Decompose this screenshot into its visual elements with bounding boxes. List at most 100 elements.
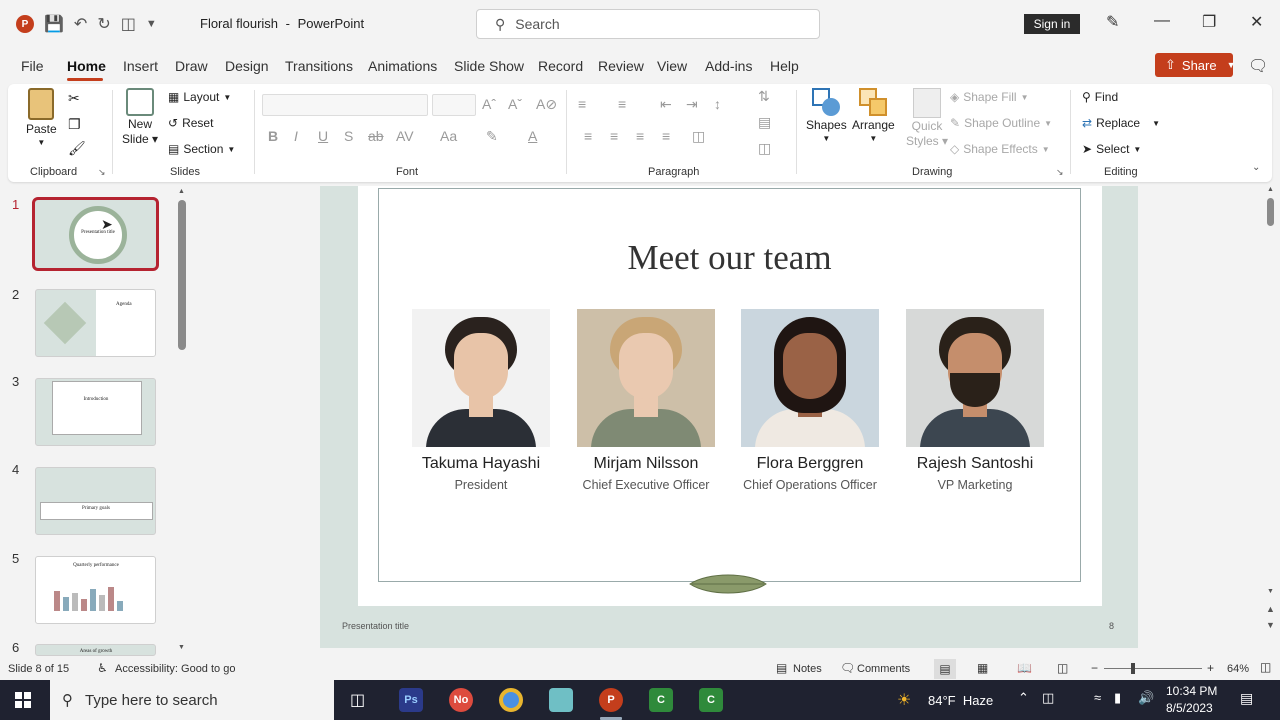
text-direction-icon[interactable]: ⇅ (758, 88, 770, 105)
previous-slide-icon[interactable]: ▲ (1266, 604, 1275, 614)
shape-effects-button[interactable]: ◇ Shape Effects ▼ (950, 142, 1050, 156)
shape-fill-button[interactable]: ◈ Shape Fill ▼ (950, 90, 1029, 104)
minimize-icon[interactable]: — (1154, 12, 1170, 30)
select-button[interactable]: ➤ Select ▼ (1082, 142, 1141, 156)
tab-add-ins[interactable]: Add-ins (705, 58, 752, 74)
clock-time[interactable]: 10:34 PM (1166, 684, 1217, 698)
windows-start-icon[interactable] (15, 692, 31, 708)
bold-icon[interactable]: B (268, 128, 278, 144)
copy-icon[interactable]: ❐ (68, 116, 81, 133)
undo-icon[interactable]: ↶ (74, 14, 87, 34)
shapes-button[interactable]: Shapes ▼ (806, 88, 847, 143)
align-text-icon[interactable]: ▤ (758, 114, 771, 131)
align-right-icon[interactable]: ≡ (636, 128, 644, 144)
slide-sorter-icon[interactable]: ▦ (977, 661, 988, 675)
increase-indent-icon[interactable]: ⇥ (686, 96, 698, 113)
tab-slide-show[interactable]: Slide Show (454, 58, 524, 74)
tab-draw[interactable]: Draw (175, 58, 208, 74)
increase-font-icon[interactable]: Aˆ (482, 96, 496, 112)
chevron-down-icon[interactable]: ▼ (1227, 60, 1236, 70)
slideshow-view-icon[interactable]: ◫ (1057, 661, 1068, 675)
columns-icon[interactable]: ◫ (692, 128, 705, 145)
tab-review[interactable]: Review (598, 58, 644, 74)
numbering-icon[interactable]: ≡ (618, 96, 626, 112)
meet-now-icon[interactable]: ◫ (1042, 690, 1054, 706)
reading-view-icon[interactable]: 📖 (1017, 661, 1032, 675)
scroll-thumb[interactable] (1267, 198, 1274, 226)
network-icon[interactable]: ≈ (1094, 690, 1101, 705)
dialog-launcher-icon[interactable]: ↘ (1056, 167, 1064, 178)
slide-thumbnail-5[interactable]: Quarterly performance (35, 556, 156, 624)
thumbnail-scrollbar[interactable] (178, 200, 186, 350)
arrange-button[interactable]: Arrange ▼ (852, 88, 895, 143)
smartart-icon[interactable]: ◫ (758, 140, 771, 157)
redo-icon[interactable]: ↻ (97, 14, 110, 34)
camtasia-recorder-app-icon[interactable]: C (699, 688, 723, 712)
find-button[interactable]: ⚲ Find (1082, 90, 1118, 104)
slide-title[interactable]: Meet our team (378, 238, 1081, 278)
chrome-app-icon[interactable] (499, 688, 523, 712)
customize-qat-icon[interactable]: ▼ (146, 18, 157, 30)
font-family-select[interactable] (262, 94, 428, 116)
decrease-font-icon[interactable]: Aˇ (508, 96, 522, 112)
zoom-out-icon[interactable]: − (1091, 661, 1098, 675)
team-member-photo[interactable] (412, 309, 550, 447)
editor-scrollbar[interactable]: ▲ ▼ ▲ ▼ (1264, 186, 1278, 656)
slide-thumbnail-1[interactable]: Presentation title ➤ (32, 197, 159, 271)
tab-view[interactable]: View (657, 58, 687, 74)
tab-insert[interactable]: Insert (123, 58, 158, 74)
task-view-icon[interactable]: ◫ (350, 690, 365, 710)
new-slide-button[interactable]: New Slide ▾ (122, 88, 158, 146)
weather-icon[interactable]: ☀ (897, 690, 911, 710)
zoom-slider-thumb[interactable] (1131, 663, 1135, 674)
cut-icon[interactable]: ✂ (68, 90, 80, 107)
weather-text[interactable]: 84°F Haze (928, 693, 993, 708)
tab-file[interactable]: File (21, 58, 44, 74)
accessibility-icon[interactable]: ♿ (97, 661, 108, 675)
tab-transitions[interactable]: Transitions (285, 58, 353, 74)
format-painter-icon[interactable]: 🖌 (68, 140, 86, 157)
clear-formatting-icon[interactable]: A⊘ (536, 96, 557, 113)
collapse-ribbon-icon[interactable]: ⌄ (1252, 162, 1260, 173)
slide-thumbnail-2[interactable]: Agenda (35, 289, 156, 357)
slide-thumbnail-3[interactable]: Introduction (35, 378, 156, 446)
slide-thumbnail-6[interactable]: Areas of growth (35, 644, 156, 656)
next-slide-icon[interactable]: ▼ (1266, 620, 1275, 630)
paste-button[interactable]: Paste ▼ (26, 88, 57, 147)
zoom-level[interactable]: 64% (1227, 663, 1249, 675)
replace-button[interactable]: ⇄ Replace ▼ (1082, 116, 1160, 130)
accessibility-status[interactable]: Accessibility: Good to go (115, 663, 235, 675)
scroll-down-arrow-icon[interactable]: ▼ (1267, 588, 1274, 595)
zoom-in-icon[interactable]: + (1207, 661, 1214, 675)
chrome-profile-app-icon[interactable]: No (449, 688, 473, 712)
designer-pen-icon[interactable]: ✎ (1106, 12, 1119, 32)
team-member-card[interactable]: Mirjam Nilsson Chief Executive Officer (576, 309, 716, 492)
change-case-icon[interactable]: Aa (440, 128, 457, 144)
shape-outline-button[interactable]: ✎ Shape Outline ▼ (950, 116, 1052, 130)
normal-view-icon[interactable]: ▤ (934, 659, 956, 679)
justify-icon[interactable]: ≡ (662, 128, 670, 144)
sign-in-button[interactable]: Sign in (1024, 14, 1080, 34)
dialog-launcher-icon[interactable]: ↘ (98, 167, 106, 178)
notes-button[interactable]: Notes (793, 663, 822, 675)
scroll-up-arrow-icon[interactable]: ▲ (178, 188, 185, 195)
team-member-card[interactable]: Rajesh Santoshi VP Marketing (905, 309, 1045, 492)
character-spacing-icon[interactable]: AV (396, 128, 414, 144)
fit-to-window-icon[interactable]: ◫ (1260, 660, 1271, 674)
shadow-icon[interactable]: S (344, 128, 353, 144)
scroll-up-arrow-icon[interactable]: ▲ (1267, 186, 1274, 193)
reset-button[interactable]: ↺ Reset (168, 116, 213, 130)
comments-icon[interactable]: 🗨 (1248, 56, 1268, 76)
strikethrough-icon[interactable]: ab (368, 128, 384, 144)
present-icon[interactable]: ◫ (121, 14, 136, 34)
underline-icon[interactable]: U (318, 128, 328, 144)
zoom-slider[interactable] (1104, 668, 1202, 669)
team-member-photo[interactable] (906, 309, 1044, 447)
tab-record[interactable]: Record (538, 58, 583, 74)
notification-icon[interactable]: ▤ (1240, 690, 1253, 707)
comments-icon[interactable]: 🗨 (840, 661, 855, 675)
font-color-icon[interactable]: A (528, 128, 537, 144)
close-icon[interactable]: ✕ (1250, 12, 1263, 32)
align-left-icon[interactable]: ≡ (584, 128, 592, 144)
photoshop-app-icon[interactable]: Ps (399, 688, 423, 712)
